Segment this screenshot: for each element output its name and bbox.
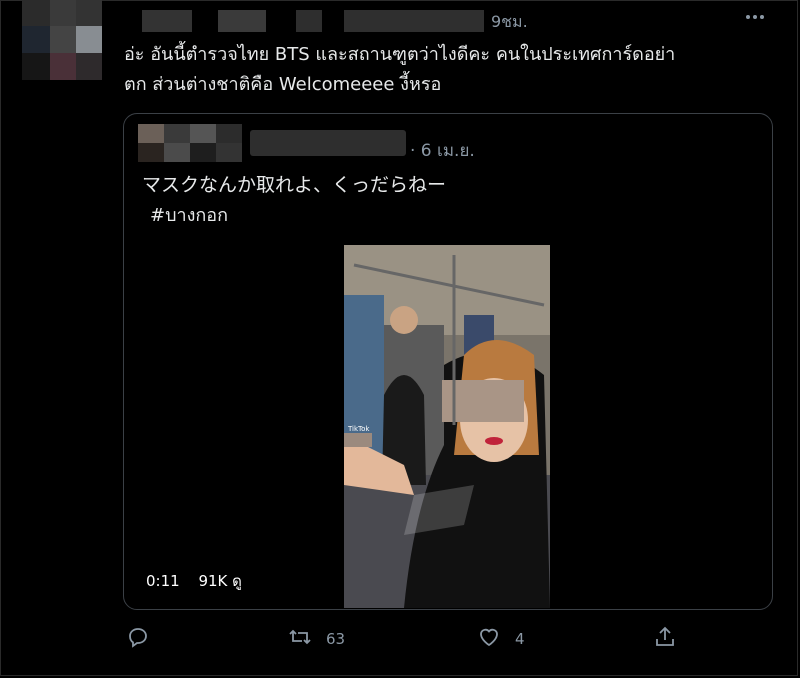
like-button[interactable]: 4 — [477, 625, 525, 653]
quoted-username-redacted — [250, 130, 406, 156]
quoted-tweet-date[interactable]: · 6 เม.ย. — [410, 137, 475, 164]
video-views: 91K ดู — [198, 572, 242, 590]
retweet-button[interactable]: 63 — [288, 625, 345, 653]
username-redacted[interactable] — [296, 10, 322, 32]
quoted-tweet-text: マスクなんか取れよ、くっだらねー — [142, 174, 447, 196]
like-count: 4 — [515, 630, 525, 648]
tweet-text-line: ตก ส่วนต่างชาติคือ Welcomeeee งี้หรอ — [124, 74, 442, 95]
retweet-count: 63 — [326, 630, 346, 648]
quoted-avatar — [138, 124, 242, 162]
avatar[interactable] — [22, 0, 102, 80]
retweet-icon — [288, 625, 312, 653]
display-name-redacted[interactable] — [142, 10, 192, 32]
tweet-text: อ่ะ อันนี้ตำรวจไทย BTS และสถานฑูตว่าไงดี… — [124, 40, 764, 100]
tweet-text-line: อ่ะ อันนี้ตำรวจไทย BTS และสถานฑูตว่าไงดี… — [124, 44, 676, 65]
display-name-redacted[interactable] — [218, 10, 266, 32]
video-meta: 0:11 91K ดู — [146, 569, 256, 593]
video-duration: 0:11 — [146, 572, 180, 590]
reply-icon — [126, 625, 150, 653]
tweet-actions: 63 4 — [0, 625, 800, 661]
tweet-time[interactable]: 9ชม. — [491, 10, 528, 35]
heart-icon — [477, 625, 501, 653]
reply-button[interactable] — [126, 625, 150, 653]
share-button[interactable] — [653, 625, 677, 653]
video-thumbnail — [344, 245, 550, 608]
share-icon — [653, 625, 677, 653]
username-redacted[interactable] — [344, 10, 484, 32]
tiktok-watermark: TikTok — [348, 425, 370, 433]
video-player[interactable]: TikTok — [344, 245, 550, 608]
more-horizontal-icon[interactable] — [744, 6, 766, 33]
hashtag-link[interactable]: #บางกอก — [150, 200, 228, 229]
